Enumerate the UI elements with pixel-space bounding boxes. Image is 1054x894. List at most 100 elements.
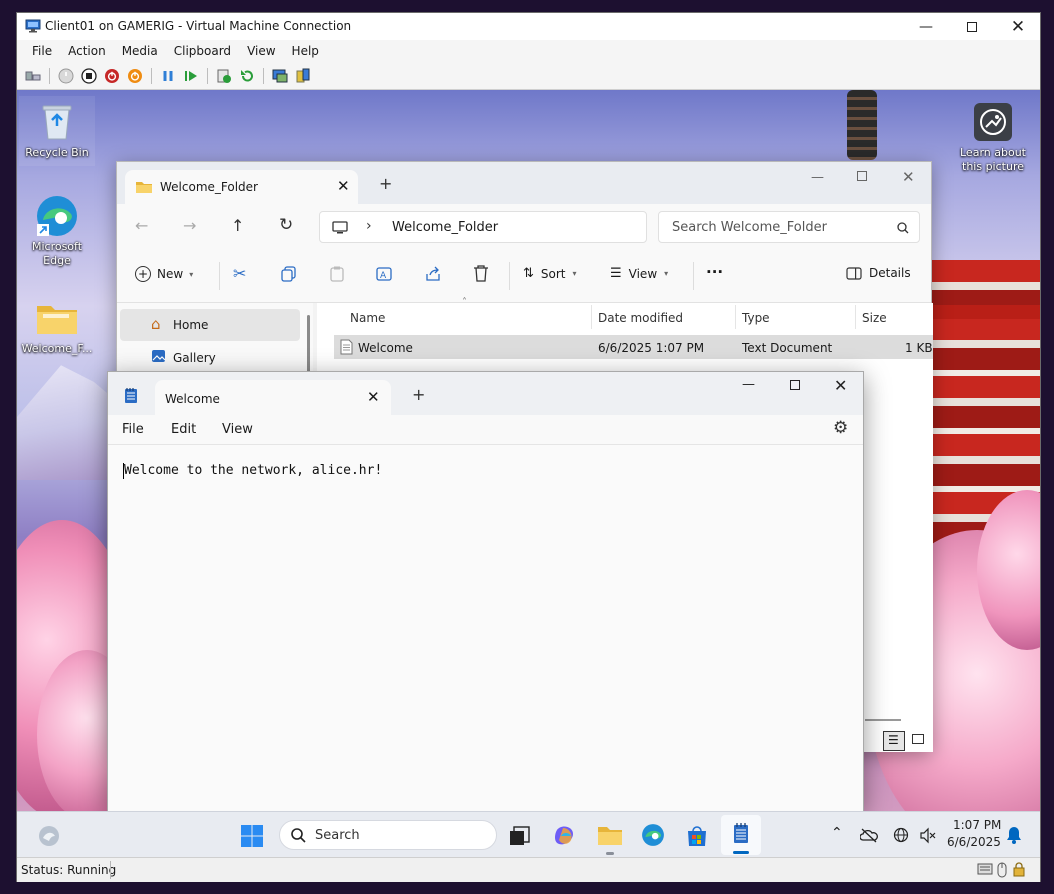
pause-button[interactable] — [158, 66, 178, 86]
details-button[interactable]: Details — [846, 266, 911, 280]
mouse-status-icon — [997, 862, 1007, 878]
network-globe-icon[interactable] — [893, 827, 910, 844]
enhanced-session-button[interactable] — [270, 66, 290, 86]
nav-scrollbar[interactable] — [307, 315, 310, 375]
column-header-name[interactable]: Name — [350, 311, 385, 325]
ctrl-alt-del-button[interactable] — [23, 66, 43, 86]
notepad-text-area[interactable]: Welcome to the network, alice.hr! — [108, 445, 863, 811]
horizontal-scrollbar[interactable] — [865, 719, 901, 721]
explorer-minimize-button[interactable]: — — [811, 170, 824, 185]
table-row[interactable]: Welcome 6/6/2025 1:07 PM Text Document 1… — [334, 335, 933, 359]
vm-desktop[interactable]: Recycle Bin Microsoft Edge Welcome_F... … — [17, 90, 1040, 811]
start-icon[interactable] — [240, 824, 264, 848]
menu-clipboard[interactable]: Clipboard — [166, 44, 239, 58]
desktop-icon-label: Recycle Bin — [25, 146, 89, 159]
copilot-icon[interactable] — [553, 824, 577, 848]
explorer-tab[interactable]: Welcome_Folder ✕ — [125, 170, 358, 204]
share-icon[interactable] — [425, 266, 441, 282]
edge-taskbar-icon[interactable] — [641, 823, 665, 847]
nav-item-home[interactable]: ⌂ Home — [120, 309, 300, 341]
checkpoint-button[interactable] — [214, 66, 234, 86]
rename-icon[interactable]: A — [376, 266, 394, 282]
task-view-icon[interactable] — [509, 825, 531, 847]
notepad-menu-edit[interactable]: Edit — [171, 422, 196, 437]
file-explorer-taskbar-icon[interactable] — [597, 824, 623, 846]
new-button[interactable]: + New ▾ — [135, 266, 193, 282]
column-header-type[interactable]: Type — [742, 311, 770, 325]
resume-button[interactable] — [181, 66, 201, 86]
breadcrumb-chevron-icon: › — [366, 218, 372, 234]
forward-arrow-icon[interactable]: → — [183, 216, 196, 235]
desktop-icon-edge[interactable]: Microsoft Edge — [19, 194, 95, 268]
paste-icon[interactable] — [329, 266, 345, 282]
view-button[interactable]: ☰ View ▾ — [610, 266, 668, 281]
menu-media[interactable]: Media — [114, 44, 166, 58]
notepad-taskbar-button[interactable] — [721, 815, 761, 855]
taskbar-search[interactable]: Search — [279, 820, 497, 850]
column-divider[interactable] — [735, 305, 736, 329]
address-bar[interactable]: › Welcome_Folder — [319, 211, 647, 243]
more-options-icon[interactable]: ··· — [706, 263, 723, 281]
explorer-close-button[interactable]: ✕ — [902, 168, 915, 186]
column-divider[interactable] — [855, 305, 856, 329]
search-icon — [291, 828, 306, 843]
maximize-button[interactable] — [949, 13, 995, 40]
notepad-tab[interactable]: Welcome ✕ — [155, 380, 391, 415]
desktop-icon-welcome-folder[interactable]: Welcome_F... — [19, 296, 95, 356]
up-arrow-icon[interactable]: ↑ — [231, 216, 244, 235]
store-icon[interactable] — [685, 824, 709, 848]
column-header-size[interactable]: Size — [862, 311, 887, 325]
clock-time[interactable]: 1:07 PM — [953, 818, 1001, 832]
notepad-maximize-button[interactable] — [790, 380, 800, 390]
search-box[interactable]: Search Welcome_Folder — [658, 211, 920, 243]
file-type: Text Document — [742, 341, 833, 355]
menu-help[interactable]: Help — [284, 44, 327, 58]
learn-about-picture-button[interactable]: Learn about this picture — [953, 100, 1033, 174]
vm-titlebar[interactable]: Client01 on GAMERIG - Virtual Machine Co… — [17, 13, 1040, 40]
breadcrumb[interactable]: Welcome_Folder — [392, 220, 498, 235]
widgets-icon[interactable] — [37, 824, 61, 848]
notepad-close-button[interactable]: ✕ — [834, 376, 847, 395]
new-tab-button[interactable]: + — [379, 174, 392, 193]
copy-icon[interactable] — [281, 266, 297, 282]
shutdown-button[interactable] — [102, 66, 122, 86]
close-tab-icon[interactable]: ✕ — [367, 388, 380, 406]
close-button[interactable]: ✕ — [995, 13, 1041, 40]
explorer-maximize-button[interactable] — [857, 171, 867, 181]
speaker-muted-icon[interactable] — [919, 827, 937, 844]
tiles-view-button[interactable] — [907, 731, 929, 751]
save-state-button[interactable] — [125, 66, 145, 86]
new-tab-button[interactable]: + — [412, 385, 425, 404]
refresh-icon[interactable]: ↻ — [279, 215, 293, 235]
revert-icon — [241, 69, 253, 82]
notification-bell-icon[interactable] — [1006, 826, 1022, 844]
close-tab-icon[interactable]: ✕ — [337, 177, 350, 195]
nav-item-gallery[interactable]: Gallery — [120, 343, 300, 371]
search-input[interactable]: Search Welcome_Folder — [672, 220, 827, 235]
cut-icon[interactable]: ✂ — [233, 264, 246, 283]
status-divider — [110, 861, 111, 879]
minimize-button[interactable]: — — [903, 13, 949, 40]
turn-off-button[interactable] — [79, 66, 99, 86]
sort-button[interactable]: ⇅ Sort ▾ — [523, 266, 577, 281]
clock-date[interactable]: 6/6/2025 — [947, 835, 1001, 849]
sort-icon: ⇅ — [523, 266, 534, 281]
delete-icon[interactable] — [473, 265, 489, 282]
onedrive-offline-icon[interactable] — [860, 827, 878, 843]
menu-view[interactable]: View — [239, 44, 283, 58]
menu-file[interactable]: File — [24, 44, 60, 58]
notepad-menu-file[interactable]: File — [122, 422, 144, 437]
desktop-icon-recycle-bin[interactable]: Recycle Bin — [19, 96, 95, 166]
column-divider[interactable] — [591, 305, 592, 329]
back-arrow-icon[interactable]: ← — [135, 216, 148, 235]
details-view-button[interactable]: ☰ — [883, 731, 905, 751]
show-hidden-icons-chevron-icon[interactable]: ⌃ — [831, 825, 843, 841]
column-header-date[interactable]: Date modified — [598, 311, 683, 325]
menu-action[interactable]: Action — [60, 44, 114, 58]
share-button[interactable] — [293, 66, 313, 86]
notepad-menu-view[interactable]: View — [222, 422, 253, 437]
notepad-minimize-button[interactable]: — — [742, 377, 755, 392]
settings-gear-icon[interactable]: ⚙ — [833, 418, 848, 438]
start-button[interactable] — [56, 66, 76, 86]
revert-button[interactable] — [237, 66, 257, 86]
